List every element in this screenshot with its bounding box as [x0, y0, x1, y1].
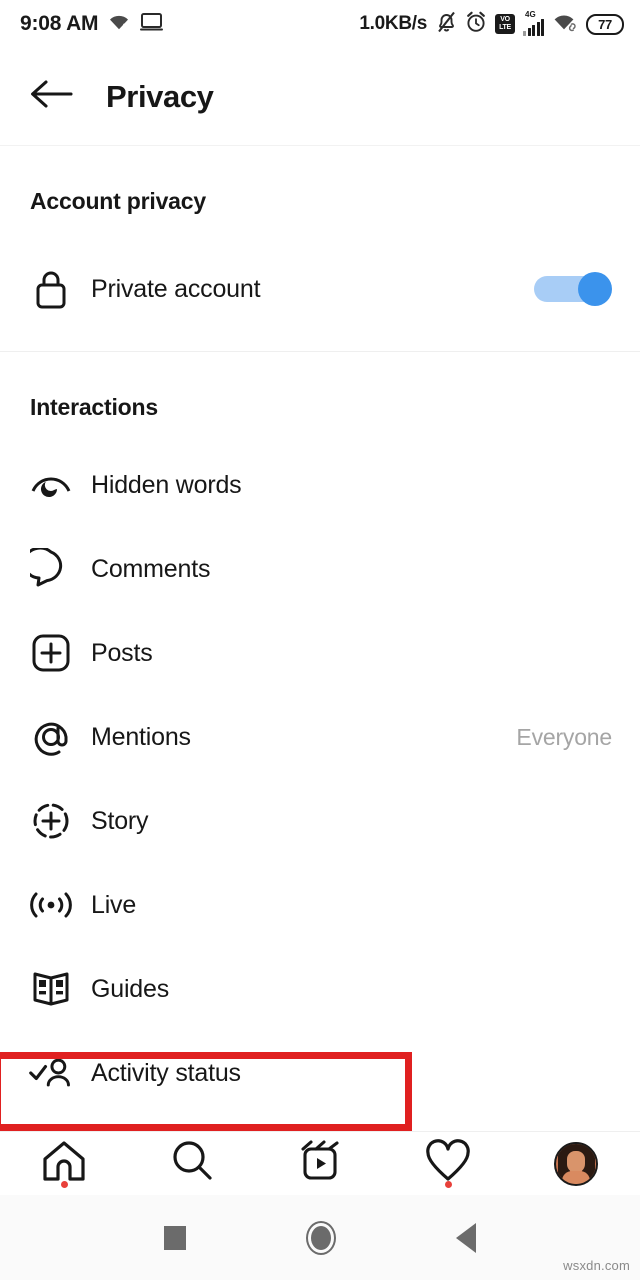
volte-line-1: VO — [500, 16, 510, 23]
home-circle-icon[interactable] — [306, 1220, 336, 1255]
guides-icon — [28, 966, 74, 1012]
android-system-nav: wsxdn.com — [0, 1195, 640, 1280]
comment-icon — [28, 546, 74, 592]
live-icon — [28, 882, 74, 928]
at-mention-icon — [28, 714, 74, 760]
row-value-mentions: Everyone — [516, 723, 612, 750]
nav-tab-home[interactable] — [0, 1132, 128, 1196]
back-arrow-icon — [29, 79, 73, 114]
row-label-mentions: Mentions — [91, 722, 191, 751]
eye-icon — [28, 462, 74, 508]
row-comments[interactable]: Comments — [0, 527, 640, 611]
volte-line-2: LTE — [499, 24, 511, 31]
page-title: Privacy — [106, 78, 214, 114]
watermark-text: wsxdn.com — [563, 1258, 630, 1273]
reels-icon — [298, 1138, 342, 1189]
nav-tab-activity[interactable] — [384, 1132, 512, 1196]
row-private-account[interactable]: Private account — [0, 241, 640, 337]
post-plus-icon — [28, 630, 74, 676]
nav-tab-search[interactable] — [128, 1132, 256, 1196]
row-label-live: Live — [91, 890, 137, 919]
profile-avatar-icon — [554, 1141, 598, 1186]
row-label-private-account: Private account — [91, 274, 261, 303]
row-live[interactable]: Live — [0, 863, 640, 947]
bottom-navigation-bar — [0, 1131, 640, 1195]
row-label-comments: Comments — [91, 554, 211, 583]
recents-square-icon[interactable] — [164, 1225, 186, 1250]
row-activity-status[interactable]: Activity status — [0, 1031, 640, 1115]
battery-percent-label: 77 — [598, 16, 612, 32]
alarm-clock-icon — [465, 11, 487, 38]
status-bar-left: 9:08 AM — [20, 12, 164, 37]
wifi-connected-icon — [552, 12, 578, 37]
bell-muted-icon — [436, 11, 457, 38]
row-hidden-words[interactable]: Hidden words — [0, 443, 640, 527]
row-label-guides: Guides — [91, 974, 170, 1003]
status-bar-clock: 9:08 AM — [20, 12, 99, 35]
battery-icon: 77 — [586, 13, 624, 35]
app-header: Privacy — [0, 48, 640, 145]
row-story[interactable]: Story — [0, 779, 640, 863]
private-account-toggle[interactable] — [534, 272, 612, 306]
back-triangle-icon[interactable] — [456, 1222, 476, 1253]
network-type-label: 4G — [525, 10, 536, 19]
activity-badge-dot — [445, 1180, 452, 1188]
row-label-posts: Posts — [91, 638, 153, 667]
story-plus-icon — [28, 798, 74, 844]
row-label-activity-status: Activity status — [91, 1058, 241, 1087]
row-guides[interactable]: Guides — [0, 947, 640, 1031]
status-bar: 9:08 AM 1.0KB/s VO LTE 4G 77 — [0, 0, 640, 48]
row-label-story: Story — [91, 806, 149, 835]
settings-content: Account privacy Private account Interact… — [0, 146, 640, 1115]
row-label-hidden-words: Hidden words — [91, 470, 242, 499]
data-speed-label: 1.0KB/s — [359, 13, 427, 34]
section-title-account-privacy: Account privacy — [30, 188, 206, 214]
section-title-interactions: Interactions — [30, 394, 158, 420]
row-posts[interactable]: Posts — [0, 611, 640, 695]
nav-tab-profile[interactable] — [512, 1132, 640, 1196]
home-badge-dot — [61, 1180, 68, 1188]
signal-bars-icon: 4G — [523, 10, 544, 36]
back-button[interactable] — [28, 74, 74, 120]
volte-icon: VO LTE — [495, 14, 515, 34]
toggle-thumb — [578, 272, 612, 306]
activity-status-icon — [28, 1050, 74, 1096]
wifi-icon — [107, 12, 131, 36]
phone-screen: 9:08 AM 1.0KB/s VO LTE 4G 77 Privacy Acc… — [0, 0, 640, 1280]
cast-screen-icon — [140, 12, 164, 37]
status-bar-right: 1.0KB/s VO LTE 4G 77 — [359, 11, 624, 38]
nav-tab-reels[interactable] — [256, 1132, 384, 1196]
lock-icon — [28, 266, 74, 312]
row-mentions[interactable]: Mentions Everyone — [0, 695, 640, 779]
signal-bars — [523, 19, 544, 36]
search-icon — [169, 1138, 215, 1189]
